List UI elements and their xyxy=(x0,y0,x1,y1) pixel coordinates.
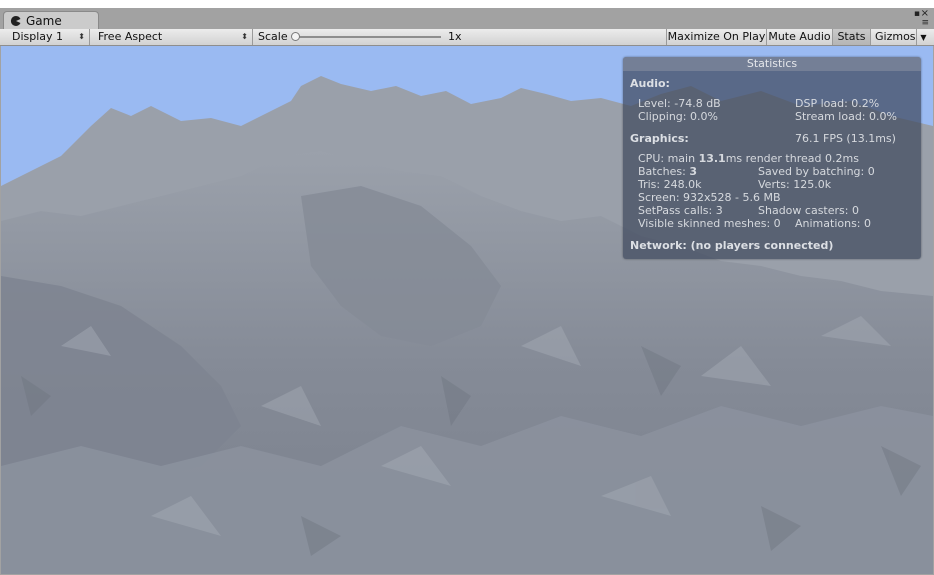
scale-slider-track[interactable] xyxy=(296,36,441,38)
audio-clipping: Clipping: 0.0% xyxy=(638,110,718,123)
maximize-window-icon[interactable]: ▪ xyxy=(914,9,920,19)
display-dropdown-label: Display 1 xyxy=(12,30,64,43)
cpu-prefix: CPU: main xyxy=(638,152,699,165)
visible-skinned-meshes: Visible skinned meshes: 0 xyxy=(638,217,781,230)
stats-button[interactable]: Stats xyxy=(832,29,870,45)
game-toolbar: Display 1 ⬍ Free Aspect ⬍ Scale 1x Maxim… xyxy=(0,29,934,46)
animations: Animations: 0 xyxy=(795,217,872,230)
aspect-dropdown-label: Free Aspect xyxy=(98,30,163,43)
shadow-casters: Shadow casters: 0 xyxy=(758,204,859,217)
tab-label: Game xyxy=(26,14,62,28)
cpu-main-value: 13.1 xyxy=(698,152,726,165)
cpu-suffix: ms render thread 0.2ms xyxy=(725,152,859,165)
tab-bar: Game ▪ × ≡ xyxy=(0,8,934,29)
stream-load: Stream load: 0.0% xyxy=(795,110,897,123)
screen-info: Screen: 932x528 - 5.6 MB xyxy=(638,191,781,204)
statistics-panel: Statistics Audio: Level: -74.8 dB DSP lo… xyxy=(623,57,921,259)
statistics-title: Statistics xyxy=(623,57,921,71)
window-controls: ▪ × ≡ xyxy=(908,8,930,29)
batches-value: 3 xyxy=(689,165,697,178)
cpu-timing: CPU: main 13.1ms render thread 0.2ms xyxy=(638,152,859,165)
gizmos-button[interactable]: Gizmos xyxy=(870,29,916,45)
dsp-load: DSP load: 0.2% xyxy=(795,97,880,110)
audio-level: Level: -74.8 dB xyxy=(638,97,721,110)
audio-header: Audio: xyxy=(630,77,670,90)
batches-prefix: Batches: xyxy=(638,165,690,178)
window-menu-icon[interactable]: ≡ xyxy=(921,18,929,28)
top-strip xyxy=(0,0,934,8)
aspect-dropdown[interactable]: Free Aspect ⬍ xyxy=(94,29,253,45)
dropdown-arrow-icon: ▼ xyxy=(920,33,927,42)
scale-label: Scale xyxy=(258,30,288,43)
mute-audio-button[interactable]: Mute Audio xyxy=(766,29,832,45)
display-dropdown[interactable]: Display 1 ⬍ xyxy=(8,29,90,45)
batches: Batches: 3 xyxy=(638,165,697,178)
verts: Verts: 125.0k xyxy=(758,178,832,191)
gizmos-dropdown-arrow[interactable]: ▼ xyxy=(916,29,930,45)
updown-arrow-icon: ⬍ xyxy=(241,32,248,41)
pacman-icon xyxy=(10,15,21,26)
scale-value: 1x xyxy=(448,30,462,43)
setpass-calls: SetPass calls: 3 xyxy=(638,204,723,217)
updown-arrow-icon: ⬍ xyxy=(78,32,85,41)
network-status: Network: (no players connected) xyxy=(630,239,834,252)
maximize-on-play-button[interactable]: Maximize On Play xyxy=(666,29,766,45)
fps-readout: 76.1 FPS (13.1ms) xyxy=(795,132,896,145)
saved-by-batching: Saved by batching: 0 xyxy=(758,165,875,178)
scale-slider-thumb[interactable] xyxy=(291,32,300,41)
graphics-header: Graphics: xyxy=(630,132,689,145)
tris: Tris: 248.0k xyxy=(638,178,702,191)
tab-game[interactable]: Game xyxy=(3,11,99,29)
